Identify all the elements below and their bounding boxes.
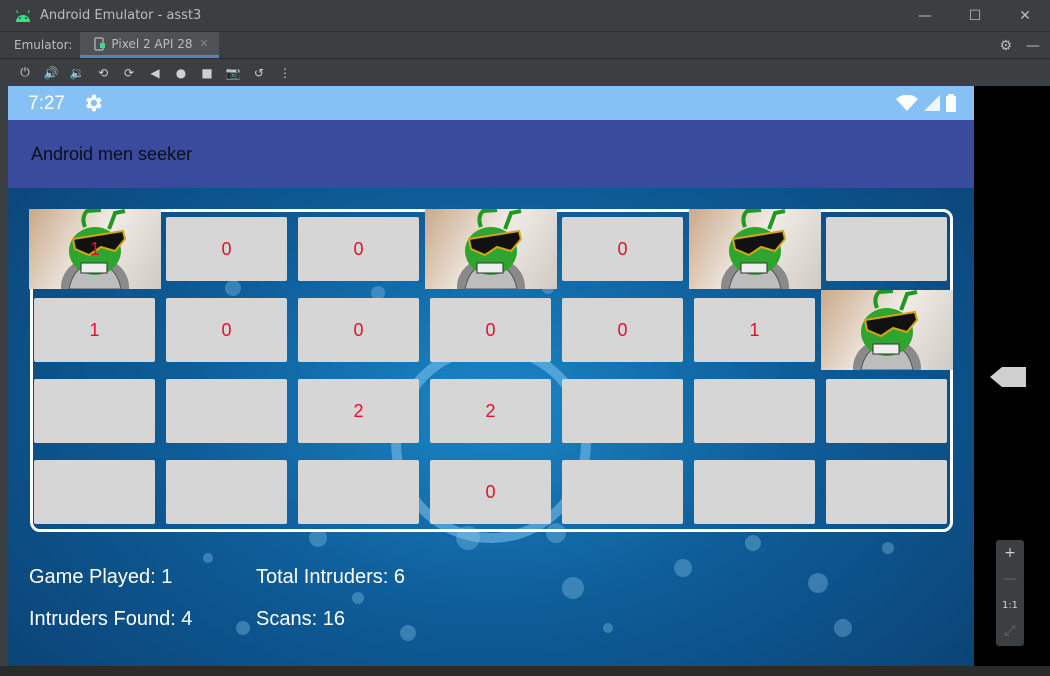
board-tile[interactable] [562, 460, 683, 524]
zoom-out-button[interactable]: — [996, 566, 1024, 592]
tile-number: 2 [353, 400, 364, 421]
board-tile[interactable]: 0 [298, 298, 419, 362]
board-tile[interactable]: 0 [562, 298, 683, 362]
games-played-text: Game Played: 1 [29, 566, 173, 588]
home-icon[interactable]: ● [168, 61, 194, 85]
android-icon [15, 9, 31, 22]
window-title-bar: Android Emulator - asst3 — ☐ ✕ [0, 0, 1050, 31]
board-tile[interactable]: 0 [166, 298, 287, 362]
back-icon[interactable]: ◀ [142, 61, 168, 85]
board-tile[interactable]: 2 [430, 379, 551, 443]
bottom-strip [0, 666, 1050, 676]
total-intruders-text: Total Intruders: 6 [256, 566, 405, 588]
settings-icon[interactable]: ⚙ [999, 38, 1012, 54]
intruder-image [457, 209, 525, 289]
board-tile[interactable] [826, 460, 947, 524]
board-tile[interactable]: 0 [562, 217, 683, 281]
intruder-tile[interactable] [689, 209, 821, 289]
board-tile[interactable]: 0 [430, 298, 551, 362]
intruders-found-text: Intruders Found: 4 [29, 608, 193, 630]
app-bar: Android men seeker [8, 120, 974, 188]
tab-label: Pixel 2 API 28 [111, 36, 193, 51]
tab-pixel-2[interactable]: Pixel 2 API 28 ✕ [80, 32, 219, 58]
board-tile[interactable]: 0 [166, 217, 287, 281]
hide-icon[interactable]: — [1026, 38, 1040, 54]
rotate-right-icon[interactable]: ⟳ [116, 61, 142, 85]
tile-number: 1 [89, 319, 100, 340]
board-tile[interactable]: 0 [430, 460, 551, 524]
zoom-fit-button[interactable]: ⤢ [996, 618, 1024, 644]
maximize-button[interactable]: ☐ [950, 0, 1000, 31]
board-tile[interactable] [166, 379, 287, 443]
tile-number: 1 [749, 319, 760, 340]
tile-number: 0 [485, 319, 496, 340]
status-bar: 7:27 [8, 86, 974, 120]
window-title: Android Emulator - asst3 [40, 8, 202, 23]
tile-number: 0 [485, 481, 496, 502]
tile-number: 0 [221, 238, 232, 259]
tile-number: 1 [89, 238, 100, 259]
scans-text: Scans: 16 [256, 608, 345, 630]
board-tile[interactable]: 0 [298, 217, 419, 281]
volume-up-icon[interactable]: 🔊 [38, 61, 64, 85]
app-title: Android men seeker [31, 144, 193, 164]
zoom-1-to-1-button[interactable]: 1:1 [996, 592, 1024, 618]
board-tile[interactable]: 1 [34, 298, 155, 362]
intruder-image [721, 209, 789, 289]
zoom-in-button[interactable]: + [996, 540, 1024, 566]
board-tile[interactable] [166, 460, 287, 524]
board-tile[interactable] [298, 460, 419, 524]
tile-number: 0 [221, 319, 232, 340]
back-arrow-icon[interactable] [990, 364, 1026, 390]
board-tile[interactable] [826, 379, 947, 443]
tile-number: 0 [617, 238, 628, 259]
board-tile[interactable] [34, 460, 155, 524]
overview-icon[interactable]: ■ [194, 61, 220, 85]
screenshot-icon[interactable]: 📷 [220, 61, 246, 85]
zoom-panel: + — 1:1 ⤢ [996, 540, 1024, 646]
left-gutter [0, 86, 8, 676]
board-tile[interactable] [34, 379, 155, 443]
undo-icon[interactable]: ↺ [246, 61, 272, 85]
board-tile[interactable] [826, 217, 947, 281]
battery-icon [946, 94, 956, 112]
power-icon[interactable]: ⏻ [12, 61, 38, 85]
more-icon[interactable]: ⋮ [272, 61, 298, 85]
intruder-image [853, 290, 921, 370]
tile-number: 2 [485, 400, 496, 421]
gear-icon [86, 94, 102, 112]
board-tile[interactable] [694, 460, 815, 524]
volume-down-icon[interactable]: 🔉 [64, 61, 90, 85]
emulator-label: Emulator: [14, 38, 73, 52]
close-button[interactable]: ✕ [1000, 0, 1050, 31]
board-tile[interactable] [562, 379, 683, 443]
device-screen: 7:27 Android men seeker 1 0 0 0 1 0 0 0 0 1 2 2 0 Ga… [8, 86, 974, 666]
board-tile[interactable] [694, 379, 815, 443]
tile-number: 0 [353, 238, 364, 259]
wifi-icon [896, 95, 918, 111]
signal-icon [924, 95, 940, 111]
tile-number: 0 [617, 319, 628, 340]
tab-close-icon[interactable]: ✕ [199, 37, 208, 50]
emulator-toolbar: ⏻ 🔊 🔉 ⟲ ⟳ ◀ ● ■ 📷 ↺ ⋮ [0, 58, 1050, 86]
status-time: 7:27 [28, 93, 65, 114]
board-tile[interactable]: 1 [694, 298, 815, 362]
tile-number: 0 [353, 319, 364, 340]
rotate-left-icon[interactable]: ⟲ [90, 61, 116, 85]
minimize-button[interactable]: — [900, 0, 950, 31]
intruder-tile[interactable] [425, 209, 557, 289]
emulator-tab-bar: Emulator: Pixel 2 API 28 ✕ ⚙ — [0, 31, 1050, 58]
device-icon [94, 36, 106, 51]
intruder-tile[interactable]: 1 [29, 209, 161, 289]
intruder-tile[interactable] [821, 290, 953, 370]
board-tile[interactable]: 2 [298, 379, 419, 443]
